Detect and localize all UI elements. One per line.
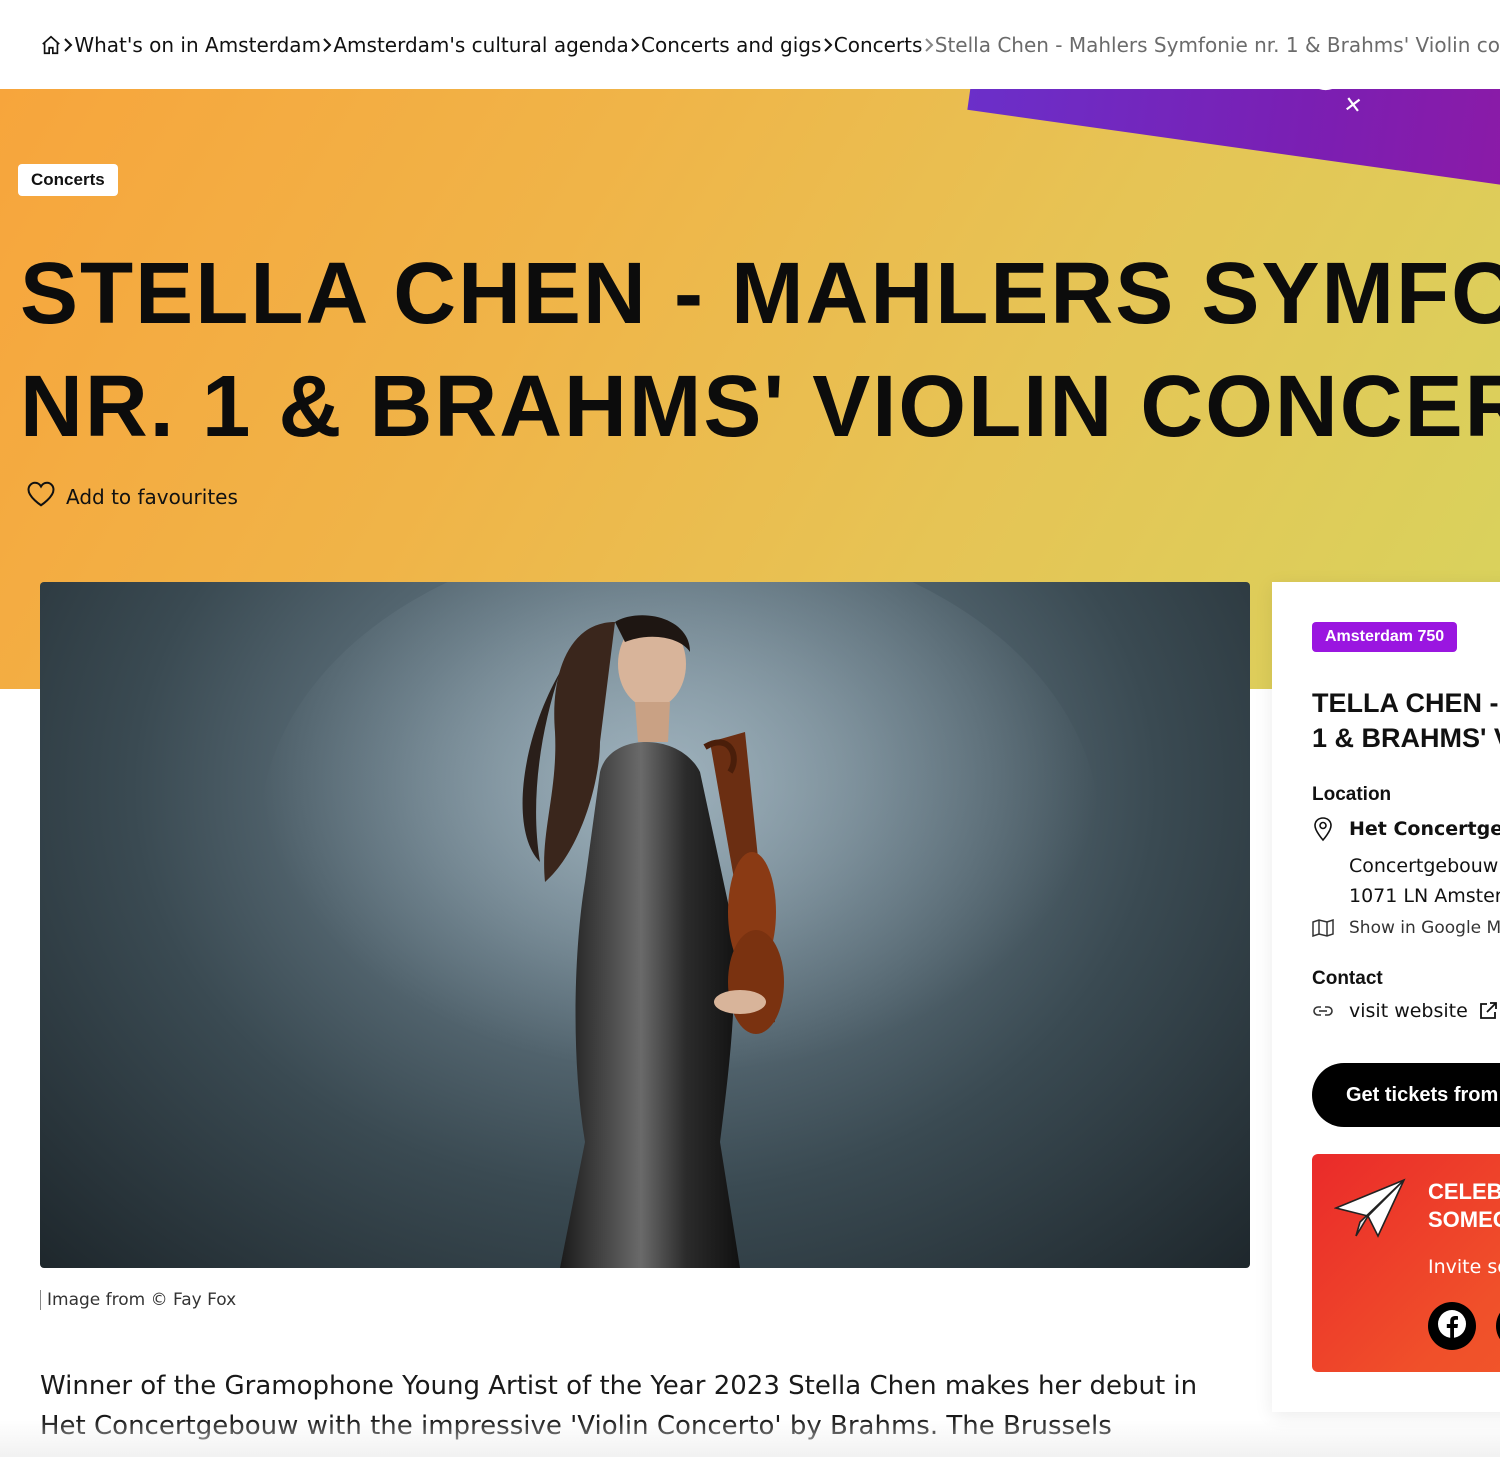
visit-website-link[interactable]: visit website bbox=[1312, 1000, 1498, 1022]
google-maps-label: Show in Google M bbox=[1349, 918, 1500, 938]
share-button[interactable] bbox=[1496, 1302, 1500, 1350]
external-link-icon bbox=[1478, 1001, 1498, 1021]
event-photo bbox=[40, 582, 1250, 1268]
google-maps-link[interactable]: Show in Google M bbox=[1312, 918, 1500, 938]
address-line2: 1071 LN Amster bbox=[1349, 885, 1500, 907]
breadcrumb-current: Stella Chen - Mahlers Symfonie nr. 1 & B… bbox=[934, 32, 1500, 57]
breadcrumb-link-cultural-agenda[interactable]: Amsterdam's cultural agenda bbox=[333, 33, 628, 57]
map-pin-icon bbox=[1312, 816, 1336, 842]
card-title-line2: 1 & BRAHMS' V bbox=[1312, 723, 1500, 753]
event-info-card: Amsterdam 750 TELLA CHEN - I 1 & BRAHMS'… bbox=[1272, 582, 1500, 1412]
chevron-right-icon bbox=[821, 37, 833, 53]
venue-row: Het Concertgeb bbox=[1312, 816, 1500, 842]
map-icon bbox=[1312, 919, 1336, 937]
breadcrumb-link-concerts[interactable]: Concerts bbox=[834, 33, 923, 57]
facebook-icon bbox=[1437, 1309, 1467, 1343]
category-tag[interactable]: Concerts bbox=[18, 164, 118, 196]
page-title: STELLA CHEN - MAHLERS SYMFONI NR. 1 & BR… bbox=[20, 237, 1500, 463]
link-icon bbox=[1312, 1004, 1336, 1018]
breadcrumb-link-whats-on[interactable]: What's on in Amsterdam bbox=[74, 33, 321, 57]
location-label: Location bbox=[1312, 784, 1392, 805]
heart-icon bbox=[26, 480, 56, 513]
venue-name[interactable]: Het Concertgeb bbox=[1349, 818, 1500, 840]
promo-title-line1: CELEBI bbox=[1428, 1179, 1500, 1204]
amsterdam-750-badge[interactable]: Amsterdam 750 bbox=[1312, 622, 1458, 652]
violinist-illustration bbox=[260, 582, 1100, 1268]
visit-website-label: visit website bbox=[1349, 1000, 1468, 1022]
home-icon[interactable] bbox=[40, 34, 62, 56]
page-title-line1: STELLA CHEN - MAHLERS SYMFONI bbox=[20, 245, 1500, 342]
promo-text: Invite so bbox=[1428, 1256, 1500, 1278]
chevron-right-icon bbox=[321, 37, 333, 53]
cross-icon: ✕ bbox=[1341, 92, 1364, 120]
breadcrumb-link-concerts-and-gigs[interactable]: Concerts and gigs bbox=[641, 33, 821, 57]
card-title-line1: TELLA CHEN - I bbox=[1312, 688, 1500, 718]
paper-plane-icon bbox=[1333, 1178, 1406, 1244]
contact-label: Contact bbox=[1312, 968, 1383, 989]
promo-title: CELEBI SOMEC bbox=[1428, 1178, 1500, 1234]
get-tickets-button[interactable]: Get tickets from bbox=[1312, 1063, 1500, 1127]
card-title: TELLA CHEN - I 1 & BRAHMS' V bbox=[1312, 686, 1500, 756]
chevron-right-icon bbox=[922, 37, 934, 53]
add-to-favourites-button[interactable]: Add to favourites bbox=[26, 480, 238, 513]
chevron-right-icon bbox=[62, 37, 74, 53]
favourite-label: Add to favourites bbox=[66, 484, 238, 509]
page-title-line2: NR. 1 & BRAHMS' VIOLIN CONCERT bbox=[20, 358, 1500, 455]
amsterdam-750-banner[interactable]: ✕ 750 ✕ ✕ ✕ bbox=[967, 89, 1500, 188]
bottom-fade bbox=[0, 1420, 1500, 1457]
breadcrumb: What's on in Amsterdam Amsterdam's cultu… bbox=[0, 0, 1500, 89]
invite-promo-box: CELEBI SOMEC Invite so bbox=[1312, 1154, 1500, 1372]
chevron-right-icon bbox=[629, 37, 641, 53]
facebook-share-button[interactable] bbox=[1428, 1302, 1476, 1350]
banner-text: 750 bbox=[1223, 89, 1355, 106]
promo-title-line2: SOMEC bbox=[1428, 1207, 1500, 1232]
address-line1: Concertgebouw bbox=[1349, 855, 1499, 877]
image-credit: Image from © Fay Fox bbox=[40, 1290, 236, 1310]
